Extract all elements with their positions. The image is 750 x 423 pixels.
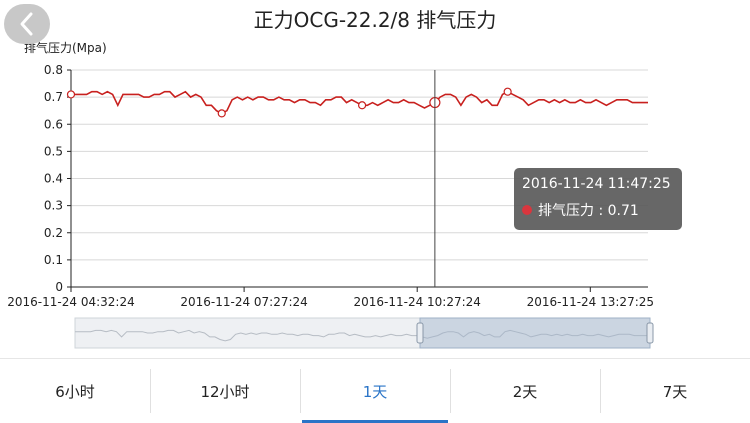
x-tick-label: 2016-11-24 13:27:25 bbox=[527, 295, 654, 309]
y-tick-label: 0 bbox=[55, 280, 63, 294]
y-tick-label: 0.3 bbox=[44, 199, 63, 213]
tooltip-value-row: 排气压力 : 0.71 bbox=[522, 200, 682, 220]
y-axis-ticks: 0 0.1 0.2 0.3 0.4 0.5 0.6 0.7 0.8 bbox=[44, 63, 63, 294]
range-slider[interactable] bbox=[74, 317, 654, 349]
tab-2d[interactable]: 2天 bbox=[450, 359, 600, 423]
tab-label: 2天 bbox=[512, 382, 538, 401]
tab-label: 7天 bbox=[662, 382, 688, 401]
data-point[interactable] bbox=[217, 109, 226, 118]
data-point[interactable] bbox=[66, 90, 76, 99]
tooltip-value: 排气压力 : 0.71 bbox=[538, 203, 639, 219]
slider-left-handle[interactable] bbox=[416, 322, 424, 344]
time-range-tabs: 6小时 12小时 1天 2天 7天 bbox=[0, 358, 750, 423]
series-markers bbox=[66, 87, 512, 118]
series-dot-icon bbox=[522, 205, 532, 215]
x-tick-label: 2016-11-24 04:32:24 bbox=[7, 295, 134, 309]
tab-1d[interactable]: 1天 bbox=[300, 359, 450, 423]
y-tick-label: 0.2 bbox=[44, 226, 63, 240]
chart-tooltip: 2016-11-24 11:47:25 排气压力 : 0.71 bbox=[514, 168, 682, 230]
x-tick-label: 2016-11-24 07:27:24 bbox=[180, 295, 307, 309]
x-axis-ticks: 2016-11-24 04:32:24 2016-11-24 07:27:24 20… bbox=[7, 287, 654, 309]
tab-6h[interactable]: 6小时 bbox=[0, 359, 150, 423]
y-tick-label: 0.5 bbox=[44, 144, 63, 158]
page-title: 正力OCG-22.2/8 排气压力 bbox=[253, 8, 497, 32]
tab-label: 6小时 bbox=[55, 382, 95, 401]
tab-7d[interactable]: 7天 bbox=[600, 359, 750, 423]
y-tick-label: 0.1 bbox=[44, 253, 63, 267]
data-point[interactable] bbox=[357, 101, 367, 110]
slider-right-handle[interactable] bbox=[646, 322, 654, 344]
tab-label: 1天 bbox=[362, 382, 388, 401]
y-tick-label: 0.8 bbox=[44, 63, 63, 77]
y-tick-label: 0.4 bbox=[44, 172, 63, 186]
data-point[interactable] bbox=[503, 87, 512, 96]
y-tick-label: 0.7 bbox=[44, 90, 63, 104]
y-tick-label: 0.6 bbox=[44, 117, 63, 131]
slider-selection[interactable] bbox=[419, 317, 651, 349]
x-tick-label: 2016-11-24 10:27:24 bbox=[353, 295, 480, 309]
tooltip-time: 2016-11-24 11:47:25 bbox=[522, 176, 671, 192]
tab-12h[interactable]: 12小时 bbox=[150, 359, 300, 423]
tab-label: 12小时 bbox=[200, 382, 250, 401]
